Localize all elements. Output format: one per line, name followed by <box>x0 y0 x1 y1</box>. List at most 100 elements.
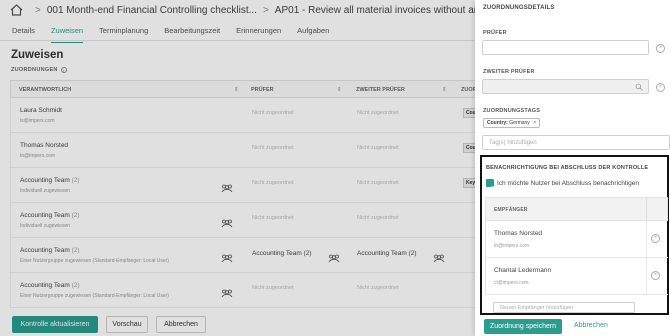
user-group-icon <box>328 250 340 263</box>
column-header-zweiter-pruefer[interactable]: ZWEITER PRÜFER <box>356 87 405 93</box>
info-icon[interactable]: i <box>60 67 67 73</box>
assignee-name: Accounting Team (2) <box>20 282 80 289</box>
column-header-pruefer[interactable]: PRÜFER <box>251 87 274 93</box>
pruefer-input[interactable] <box>482 40 649 55</box>
pruefer-placeholder: Nicht zugeordnet <box>252 110 294 116</box>
add-recipient-input[interactable]: Neuen Empfänger hinzufügen <box>493 302 635 313</box>
update-control-button[interactable]: Kontrolle aktualisieren <box>12 316 98 333</box>
column-divider <box>646 221 647 258</box>
sort-icon[interactable]: ⇕ <box>337 87 342 93</box>
section-label: ZUORDNUNGEN i <box>11 67 67 73</box>
zweiter-pruefer-placeholder: Nicht zugeordnet <box>357 110 399 116</box>
assignee-name: Accounting Team (2) <box>20 247 80 254</box>
column-divider <box>646 198 647 222</box>
save-assignment-button[interactable]: Zuordnung speichern <box>484 319 562 334</box>
pruefer-placeholder: Nicht zugeordnet <box>252 180 294 186</box>
member-count: (2) <box>71 177 80 184</box>
drawer-cancel-link[interactable]: Abbrechen <box>574 322 608 329</box>
breadcrumb-separator: > <box>35 4 41 16</box>
cancel-button[interactable]: Abbrechen <box>156 316 206 333</box>
assignments-table: VERANTWORTLICH ⇕ PRÜFER ⇕ ZWEITER PRÜFER… <box>10 80 480 308</box>
tab-bar: Details Zuweisen Terminplanung Bearbeitu… <box>0 22 333 43</box>
assignee-name: Accounting Team (2) <box>20 177 80 184</box>
recipient-row: Chantal Ledermann cl@impers.com × <box>485 258 668 295</box>
assignee-subtitle: Einer Nutzergruppe zugewiesen (Standard-… <box>20 258 169 264</box>
tag-chip-value: Germany <box>509 120 530 126</box>
assignment-details-drawer: ZUORDNUNGSDETAILS PRÜFER × ZWEITER PRÜFE… <box>475 0 670 336</box>
user-group-icon <box>221 250 233 263</box>
user-group-icon <box>433 250 445 263</box>
checkmark-icon <box>487 185 494 191</box>
page-title: Zuweisen <box>11 49 64 61</box>
assignee-name: Accounting Team (2) <box>20 212 80 219</box>
sort-icon[interactable]: ⇕ <box>234 87 239 93</box>
user-group-icon <box>221 215 233 228</box>
recipients-header: EMPFÄNGER <box>485 197 668 222</box>
assignee-name-text: Laura Schmidt <box>20 107 62 114</box>
search-icon <box>635 83 643 91</box>
assignee-subtitle: tn@impers.com <box>20 153 56 159</box>
assignee-name-text: Accounting Team <box>20 282 70 289</box>
tab-zuweisen[interactable]: Zuweisen <box>50 22 84 43</box>
assignee-subtitle: Individuell zugewiesen <box>20 188 71 194</box>
breadcrumb-separator: > <box>262 4 269 16</box>
add-tags-input[interactable]: Tag(s) hinzufügen <box>482 135 670 150</box>
member-count: (2) <box>71 212 80 219</box>
assignee-subtitle: Einer Nutzergruppe zugewiesen (Standard-… <box>20 293 169 299</box>
pruefer-label: PRÜFER <box>483 30 507 36</box>
tab-terminplanung[interactable]: Terminplanung <box>99 22 148 40</box>
tab-details[interactable]: Details <box>12 22 35 40</box>
tab-aufgaben[interactable]: Aufgaben <box>297 22 329 40</box>
assignee-name: Thomas Norsted <box>20 142 68 149</box>
tag-chip-key: Country: <box>487 120 508 126</box>
remove-recipient-icon[interactable]: × <box>651 234 660 243</box>
table-row[interactable]: Accounting Team (2) Einer Nutzergruppe zu… <box>10 238 480 273</box>
assignee-name: Laura Schmidt <box>20 107 62 114</box>
clear-pruefer-icon[interactable]: × <box>656 44 665 53</box>
zweiter-pruefer-placeholder: Nicht zugeordnet <box>357 145 399 151</box>
assignee-subtitle: ls@impers.com <box>20 118 55 124</box>
drawer-title: ZUORDNUNGSDETAILS <box>483 5 555 11</box>
tags-label: ZUORDNUNGSTAGS <box>483 108 541 114</box>
breadcrumb-checklist[interactable]: 001 Month-end Financial Controlling chec… <box>47 5 257 16</box>
home-icon[interactable] <box>10 4 23 16</box>
notification-title: BENACHRICHTIGUNG BEI ABSCHLUSS DER KONTR… <box>486 165 649 171</box>
pruefer-placeholder: Nicht zugeordnet <box>252 215 294 221</box>
notify-checkbox-label[interactable]: Ich möchte Nutzer bei Abschluss benachri… <box>497 180 639 187</box>
assignee-name-text: Accounting Team <box>20 212 70 219</box>
table-row[interactable]: Accounting Team (2) Individuell zugewiese… <box>10 203 480 238</box>
sort-icon[interactable]: ⇕ <box>442 87 447 93</box>
assignee-subtitle: Individuell zugewiesen <box>20 223 71 229</box>
column-header-verantwortlich[interactable]: VERANTWORTLICH <box>19 87 71 93</box>
assignee-name-text: Thomas Norsted <box>20 142 69 149</box>
table-row[interactable]: Accounting Team (2) Einer Nutzergruppe zu… <box>10 273 480 308</box>
remove-tag-icon[interactable]: × <box>533 120 536 126</box>
tab-bearbeitungszeit[interactable]: Bearbeitungszeit <box>164 22 220 40</box>
clear-zweiter-pruefer-icon[interactable]: × <box>656 83 665 92</box>
assignee-name-text: Accounting Team <box>20 247 70 254</box>
column-divider <box>646 258 647 295</box>
table-header: VERANTWORTLICH ⇕ PRÜFER ⇕ ZWEITER PRÜFER… <box>10 80 480 98</box>
remove-recipient-icon[interactable]: × <box>651 271 660 280</box>
table-row[interactable]: Accounting Team (2) Individuell zugewiese… <box>10 168 480 203</box>
preview-button[interactable]: Vorschau <box>106 316 148 333</box>
zweiter-pruefer-placeholder: Nicht zugeordnet <box>357 180 399 186</box>
zweiter-pruefer-placeholder: Nicht zugeordnet <box>357 215 399 221</box>
completion-notification-section: BENACHRICHTIGUNG BEI ABSCHLUSS DER KONTR… <box>480 155 669 315</box>
assignee-name-text: Accounting Team <box>20 177 70 184</box>
zweiter-pruefer-value: Accounting Team (2) <box>357 250 417 257</box>
notify-checkbox[interactable] <box>486 179 494 191</box>
pruefer-placeholder: Nicht zugeordnet <box>252 145 294 151</box>
zweiter-pruefer-label: ZWEITER PRÜFER <box>483 69 535 75</box>
recipient-name: Thomas Norsted <box>494 230 543 237</box>
member-count: (2) <box>71 247 80 254</box>
tab-erinnerungen[interactable]: Erinnerungen <box>236 22 281 40</box>
table-row[interactable]: Laura Schmidt ls@impers.com Nicht zugeord… <box>10 98 480 133</box>
zweiter-pruefer-input[interactable] <box>482 79 649 94</box>
tag-chip-country: Country: Germany × <box>483 118 541 128</box>
recipient-email: tn@impers.com <box>494 243 530 249</box>
pruefer-placeholder: Nicht zugeordnet <box>252 285 294 291</box>
recipient-name: Chantal Ledermann <box>494 267 552 274</box>
recipients-header-label: EMPFÄNGER <box>494 207 528 213</box>
table-row[interactable]: Thomas Norsted tn@impers.com Nicht zugeor… <box>10 133 480 168</box>
